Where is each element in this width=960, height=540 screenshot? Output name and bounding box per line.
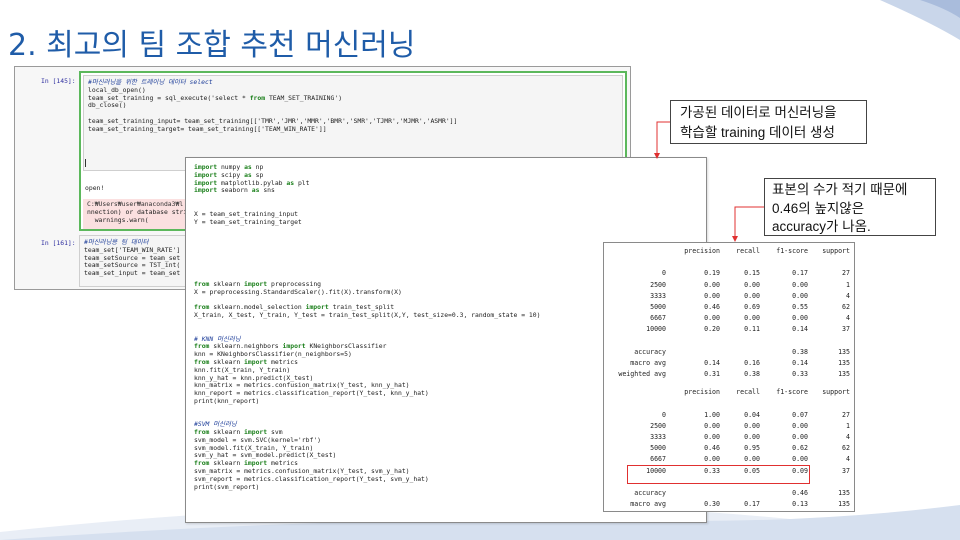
report-cell: 135 [838, 488, 850, 497]
report-cell: 4 [846, 432, 850, 441]
report-cell: 27 [842, 410, 850, 419]
report-cell: 4 [846, 455, 850, 464]
callout-line: 가공된 데이터로 머신러닝을 [680, 105, 837, 120]
code-editor[interactable]: import numpy as np import scipy as sp impo… [194, 163, 541, 491]
code-line: team_set_training_target= team_set_train… [88, 124, 327, 133]
report-cell: 62 [842, 303, 850, 311]
report-cell: 27 [842, 269, 850, 278]
code-line: print(knn_report) [194, 396, 260, 405]
code-line: #머신러닝을 위한 트레이닝 데이터 select [88, 78, 213, 86]
callout-line: 표본의 수가 적기 때문에 [772, 182, 908, 197]
report-header: support [822, 247, 850, 255]
code-line: team_set_training = sql_execute('select … [88, 93, 343, 102]
report-cell: 135 [838, 500, 850, 509]
report-cell: 0.50 [604, 511, 720, 512]
report-cell: 1 [846, 280, 850, 289]
report-cell: 62 [842, 444, 850, 453]
code-line: db_close() [88, 101, 127, 110]
report-header: support [822, 388, 850, 397]
page-title: 2. 최고의 팀 조합 추천 머신러닝 [8, 28, 416, 63]
report-cell: 0.46 [604, 511, 760, 512]
report-cell: 135 [604, 511, 850, 512]
cell-prompt: In [161]: [41, 239, 76, 247]
report-cell: 0.33 [604, 511, 808, 512]
cell-prompt: In [145]: [41, 77, 76, 85]
report-cell: 4 [846, 314, 850, 323]
text-cursor [85, 159, 86, 167]
callout-line: 학습할 training 데이터 생성 [680, 125, 835, 140]
report-cell: 1 [846, 421, 850, 430]
accuracy-highlight-box [627, 465, 810, 484]
callout-line: 0.46의 높지않은 [772, 200, 865, 216]
code-line: X = preprocessing.StandardScaler().fit(X… [194, 287, 402, 296]
code-line: import seaborn as sns [194, 186, 275, 195]
callout-accuracy-note: 표본의 수가 적기 때문에 0.46의 높지않은 accuracy가 나옴. [764, 178, 936, 236]
code-line: Y = team_set_training_target [194, 217, 302, 226]
callout-training-data: 가공된 데이터로 머신러닝을 학습할 training 데이터 생성 [670, 100, 867, 144]
report-summary-label: weighted avg [604, 511, 666, 512]
report-cell: 135 [838, 370, 850, 379]
report-cell: 37 [842, 325, 850, 334]
code-line: X_train, X_test, Y_train, Y_test = train… [194, 311, 541, 320]
report-cell: 135 [838, 347, 850, 356]
report-cell: 135 [838, 359, 850, 367]
report-cell: 4 [846, 291, 850, 300]
callout-line: accuracy가 나옴. [772, 219, 871, 234]
cell-output: open! [85, 184, 105, 192]
code-line: print(svm_report) [194, 482, 260, 491]
